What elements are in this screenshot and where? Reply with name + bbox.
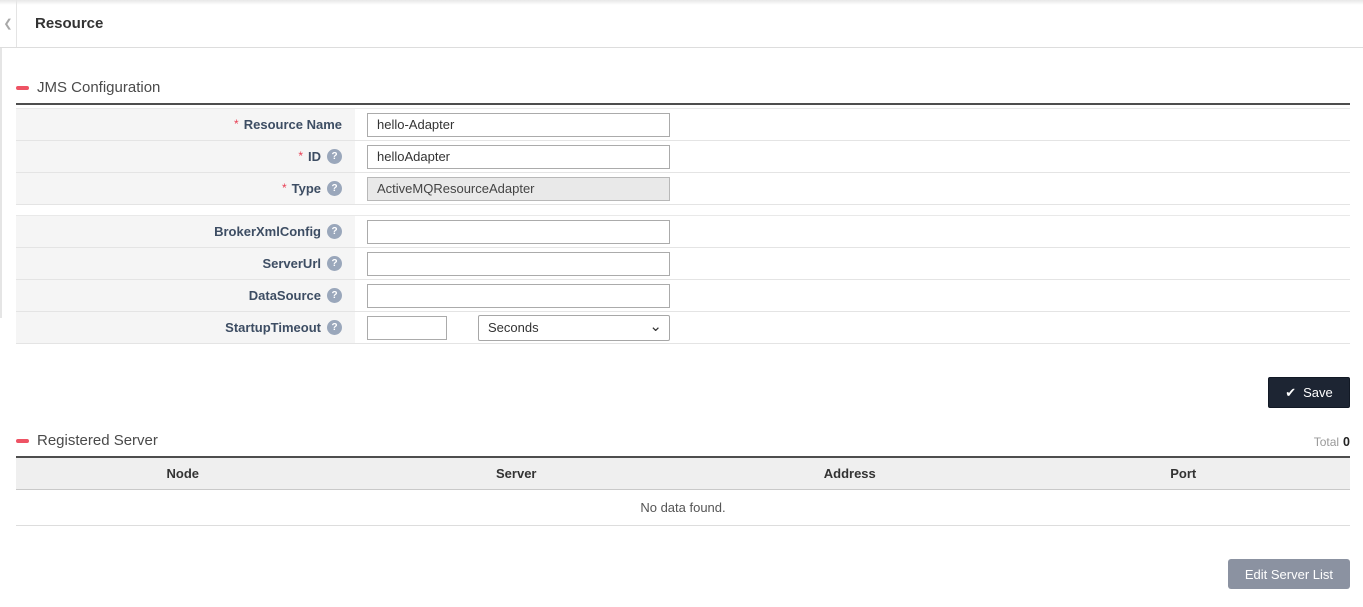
edit-server-list-button[interactable]: Edit Server List — [1228, 559, 1350, 589]
form-row-type: * Type ? — [16, 173, 1350, 205]
datasource-label: DataSource — [249, 288, 321, 303]
resource-name-label: Resource Name — [244, 117, 342, 132]
brokerxmlconfig-value-cell — [355, 216, 1350, 247]
resource-name-input[interactable] — [367, 113, 670, 137]
id-label: ID — [308, 149, 321, 164]
form-row-resource-name: * Resource Name — [16, 109, 1350, 141]
main-content: JMS Configuration * Resource Name * ID ? — [0, 79, 1363, 589]
form-row-startuptimeout: StartupTimeout ? Seconds ⌄ — [16, 312, 1350, 344]
save-button[interactable]: ✔ Save — [1268, 377, 1350, 408]
jms-section-header: JMS Configuration — [16, 79, 1350, 96]
serverurl-input[interactable] — [367, 252, 670, 276]
total-count: Total 0 — [1314, 435, 1350, 449]
required-marker: * — [298, 149, 303, 163]
startuptimeout-unit-select[interactable]: Seconds — [478, 315, 670, 341]
registered-server-section-header: Registered Server Total 0 — [16, 432, 1350, 449]
brokerxmlconfig-label-cell: BrokerXmlConfig ? — [16, 216, 355, 247]
jms-form-group-1: * Resource Name * ID ? * Type ? — [16, 108, 1350, 205]
column-header-port: Port — [1017, 466, 1351, 481]
form-group-gap — [16, 205, 1350, 212]
resource-name-value-cell — [355, 109, 1350, 140]
resource-name-label-cell: * Resource Name — [16, 109, 355, 140]
help-icon[interactable]: ? — [327, 288, 342, 303]
id-input[interactable] — [367, 145, 670, 169]
help-icon[interactable]: ? — [327, 224, 342, 239]
serverurl-value-cell — [355, 248, 1350, 279]
form-row-serverurl: ServerUrl ? — [16, 248, 1350, 280]
save-button-row: ✔ Save — [16, 377, 1350, 408]
jms-section-title: JMS Configuration — [37, 79, 160, 96]
startuptimeout-value-cell: Seconds ⌄ — [355, 312, 1350, 343]
section-divider — [16, 103, 1350, 105]
column-header-server: Server — [350, 466, 684, 481]
datasource-label-cell: DataSource ? — [16, 280, 355, 311]
no-data-row: No data found. — [16, 490, 1350, 526]
form-row-brokerxmlconfig: BrokerXmlConfig ? — [16, 216, 1350, 248]
startuptimeout-input[interactable] — [367, 316, 447, 340]
total-value: 0 — [1343, 435, 1350, 449]
section-dash-icon — [16, 439, 29, 443]
column-header-node: Node — [16, 466, 350, 481]
datasource-value-cell — [355, 280, 1350, 311]
jms-form-group-2: BrokerXmlConfig ? ServerUrl ? DataSource… — [16, 215, 1350, 344]
datasource-input[interactable] — [367, 284, 670, 308]
column-header-address: Address — [683, 466, 1017, 481]
registered-server-title: Registered Server — [37, 432, 158, 449]
save-button-label: Save — [1303, 385, 1333, 400]
server-table-header: Node Server Address Port — [16, 458, 1350, 490]
serverurl-label-cell: ServerUrl ? — [16, 248, 355, 279]
total-label: Total — [1314, 435, 1339, 449]
form-row-id: * ID ? — [16, 141, 1350, 173]
help-icon[interactable]: ? — [327, 149, 342, 164]
startuptimeout-unit-wrap: Seconds ⌄ — [478, 315, 670, 341]
required-marker: * — [282, 181, 287, 195]
collapse-panel-button[interactable]: ❮ — [0, 0, 17, 47]
type-label: Type — [292, 181, 321, 196]
checkmark-icon: ✔ — [1285, 385, 1296, 401]
help-icon[interactable]: ? — [327, 256, 342, 271]
no-data-message: No data found. — [640, 500, 725, 515]
required-marker: * — [234, 117, 239, 131]
page-title: Resource — [35, 15, 103, 32]
form-row-datasource: DataSource ? — [16, 280, 1350, 312]
left-panel-edge — [0, 48, 2, 318]
brokerxmlconfig-input[interactable] — [367, 220, 670, 244]
type-label-cell: * Type ? — [16, 173, 355, 204]
section-dash-icon — [16, 86, 29, 90]
type-value-cell — [355, 173, 1350, 204]
startuptimeout-label-cell: StartupTimeout ? — [16, 312, 355, 343]
help-icon[interactable]: ? — [327, 320, 342, 335]
type-input-disabled — [367, 177, 670, 201]
serverurl-label: ServerUrl — [262, 256, 321, 271]
id-label-cell: * ID ? — [16, 141, 355, 172]
brokerxmlconfig-label: BrokerXmlConfig — [214, 224, 321, 239]
edit-button-row: Edit Server List — [16, 559, 1350, 589]
help-icon[interactable]: ? — [327, 181, 342, 196]
startuptimeout-label: StartupTimeout — [225, 320, 321, 335]
page-header: ❮ Resource — [0, 0, 1363, 48]
id-value-cell — [355, 141, 1350, 172]
chevron-left-icon: ❮ — [3, 17, 12, 30]
